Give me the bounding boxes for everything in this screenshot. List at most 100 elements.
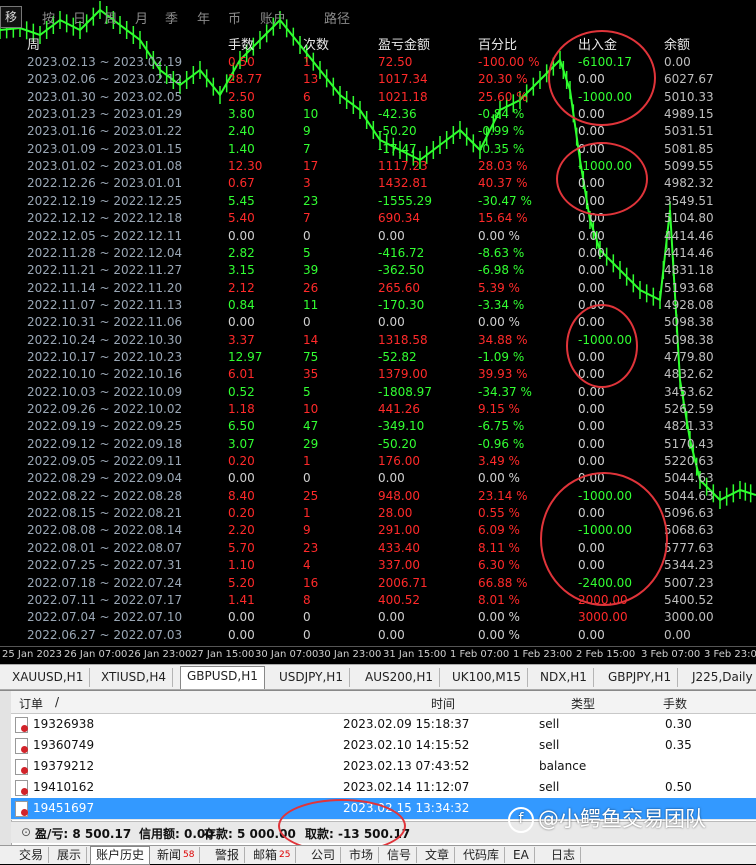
pnl-value: 433.40 [378,540,420,555]
week-range: 2022.12.12 ~ 2022.12.18 [27,211,183,226]
terminal-panel: 订单 / 时间 类型 手数 19326938 2023.02.09 15:18:3… [0,690,756,864]
terminal-tab[interactable]: 警报 [210,847,246,863]
pnl-value: 337.00 [378,558,420,573]
symbol-tab[interactable]: GBPJPY,H1 [602,668,679,687]
balance-value: 4982.32 [664,176,714,191]
symbol-tab[interactable]: USDJPY,H1 [273,668,350,687]
col-lots[interactable]: 手数 [663,695,687,712]
balance-value: 0.00 [664,627,691,642]
col-type[interactable]: 类型 [571,695,595,712]
symbol-tab[interactable]: J225,Daily [686,668,756,687]
symbol-tab[interactable]: UK100,M15 [446,668,528,687]
percent-value: -8.63 % [478,245,525,260]
percent-value: 9.15 % [478,402,520,416]
terminal-tab[interactable]: 代码库 [458,847,506,863]
terminal-tab[interactable]: EA [508,847,535,863]
terminal-tab[interactable]: 公司 [306,847,342,863]
menu-item-by[interactable]: 按 [42,8,55,27]
pnl-value: -349.10 [378,419,425,434]
trade-count: 7 [303,211,311,226]
terminal-tab[interactable]: 信号 [382,847,418,863]
price-chart[interactable]: 移 按 日 周 月 季 年 币 账户 路径 周 手数 次数 盈亏金额 百分比 出… [0,0,756,646]
terminal-tab[interactable]: 账户历史 [90,846,151,865]
terminal-tab[interactable]: 邮箱 25 [248,847,297,863]
trade-count: 3 [303,176,311,191]
menu-item-path[interactable]: 路径 [324,8,350,27]
balance-value: 5044.63 [664,488,714,503]
terminal-tab[interactable]: 展示 [52,847,88,863]
balance-value: 4779.80 [664,349,714,364]
trade-count: 26 [303,280,319,295]
history-row[interactable]: 19379212 2023.02.13 07:43:52 balance [11,756,756,778]
pnl-value: 0.00 [378,471,405,486]
stats-row: 2022.11.07 ~ 2022.11.13 0.84 11 -170.30 -3.3… [0,297,756,314]
terminal-tab[interactable]: 文章 [420,847,456,863]
balance-value: 5104.80 [664,211,714,226]
lots-value: 2.20 [228,523,255,538]
lots-value: 2.50 [228,89,255,104]
balance-value: 5099.55 [664,159,714,174]
stats-row: 2022.11.21 ~ 2022.11.27 3.15 39 -362.50 -6.9… [0,262,756,279]
week-range: 2023.01.09 ~ 2023.01.15 [27,141,183,156]
order-icon [15,759,28,775]
percent-value: 23.14 % [478,488,528,503]
balance-value: 4832.62 [664,367,714,382]
percent-value: -30.47 % [478,193,532,208]
percent-value: 0.00 % [478,315,520,330]
balance-value: 5098.38 [664,315,714,330]
symbol-tab[interactable]: AUS200,H1 [359,668,440,687]
pnl-value: 1432.81 [378,176,428,191]
percent-value: -100.00 % [478,55,540,69]
terminal-tab[interactable]: 市场 [344,847,380,863]
pnl-value: 176.00 [378,454,420,469]
pnl-value: 690.34 [378,211,420,226]
terminal-tab[interactable]: 新闻 58 [152,847,201,863]
menu-item-account[interactable]: 账户 [260,8,286,27]
stats-row: 2022.09.12 ~ 2022.09.18 3.07 29 -50.20 -0.96… [0,436,756,453]
week-range: 2022.08.29 ~ 2022.09.04 [27,471,183,486]
stats-row: 2022.09.26 ~ 2022.10.02 1.18 10 441.26 9.15 … [0,401,756,418]
history-row[interactable]: 19360749 2023.02.10 14:15:52 sell 0.35 [11,735,756,757]
balance-value: 4414.46 [664,245,714,260]
symbol-tab[interactable]: XAUUSD,H1 [6,668,91,687]
menu-item-year[interactable]: 年 [197,8,210,27]
symbol-tab-active[interactable]: GBPUSD,H1 [180,666,265,689]
balance-value: 0.00 [664,55,691,69]
menu-item-currency[interactable]: 币 [228,8,241,27]
lots-value: 0.20 [228,506,255,521]
stats-row: 2022.10.03 ~ 2022.10.09 0.52 5 -1808.97 -34.… [0,384,756,401]
week-range: 2022.10.17 ~ 2022.10.23 [27,349,183,364]
pnl-value: 948.00 [378,488,420,503]
col-order[interactable]: 订单 [19,695,43,712]
trade-count: 17 [303,159,319,174]
menu-item-quarter[interactable]: 季 [165,8,178,27]
percent-value: 28.03 % [478,159,528,174]
percent-value: 5.39 % [478,280,520,295]
cash-flow-value: 0.00 [578,245,605,260]
lots-value: 3.15 [228,263,255,278]
percent-value: 8.01 % [478,592,520,607]
terminal-tab[interactable]: 交易 [14,847,50,863]
menu-item-week[interactable]: 周 [104,8,117,27]
move-toggle[interactable]: 移 [0,6,22,28]
pnl-value: -50.20 [378,436,417,451]
trade-count: 0 [303,315,311,330]
week-range: 2022.09.05 ~ 2022.09.11 [27,454,183,469]
terminal-tab[interactable]: 日志 [546,847,582,863]
history-row[interactable]: 19410162 2023.02.14 11:12:07 sell 0.50 [11,777,756,799]
menu-item-day[interactable]: 日 [73,8,86,27]
time-tick: 25 Jan 2023 [2,649,62,660]
lots-value: 0.84 [228,297,255,312]
week-range: 2023.01.23 ~ 2023.01.29 [27,107,183,122]
col-time[interactable]: 时间 [431,695,455,712]
history-row[interactable]: 19326938 2023.02.09 15:18:37 sell 0.30 [11,714,756,736]
lots-value: 3.80 [228,107,255,122]
symbol-tabs: XAUUSD,H1 XTIUSD,H4 GBPUSD,H1 USDJPY,H1 … [0,664,756,690]
menu-item-month[interactable]: 月 [135,8,148,27]
trade-count: 25 [303,488,319,503]
terminal-tab-label: 公司 [311,848,336,862]
balance-value: 5081.85 [664,141,714,156]
symbol-tab[interactable]: NDX,H1 [534,668,594,687]
symbol-tab[interactable]: XTIUSD,H4 [95,668,173,687]
order-type: sell [539,738,560,752]
